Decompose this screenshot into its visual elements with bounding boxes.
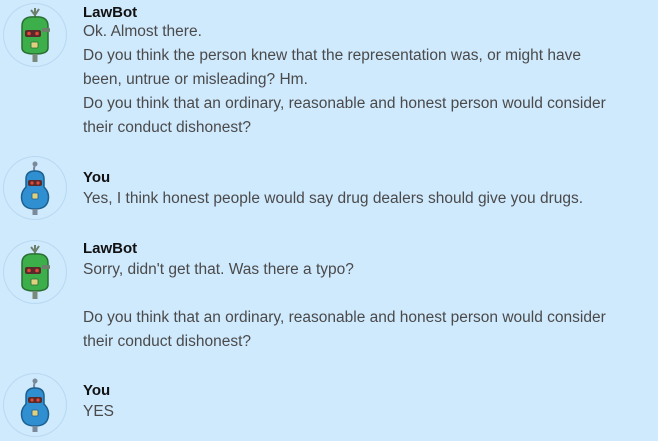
message-line: been, untrue or misleading? Hm. — [83, 71, 308, 88]
user-robot-icon — [20, 378, 50, 432]
lawbot-robot-icon — [21, 8, 50, 62]
message-line: their conduct dishonest? — [83, 119, 252, 136]
chat-transcript: LawBot Ok. Almost there. Do you think th… — [0, 0, 658, 441]
message-line: Do you think the person knew that the re… — [83, 47, 582, 64]
message-line: Yes, I think honest people would say dru… — [83, 190, 584, 207]
message-line: Ok. Almost there. — [83, 23, 202, 40]
message-line: their conduct dishonest? — [83, 333, 252, 350]
message-body: Yes, I think honest people would say dru… — [83, 187, 653, 211]
message-body: Ok. Almost there. Do you think the perso… — [83, 20, 653, 140]
message-sender: LawBot — [83, 240, 138, 257]
message-line: Do you think that an ordinary, reasonabl… — [83, 95, 606, 112]
message-body: Sorry, didn't get that. Was there a typo… — [83, 258, 653, 354]
user-avatar — [4, 157, 66, 219]
user-robot-icon — [20, 161, 50, 215]
lawbot-avatar — [4, 4, 66, 66]
message-line: Do you think that an ordinary, reasonabl… — [83, 309, 606, 326]
lawbot-avatar — [4, 241, 66, 303]
message-line: Sorry, didn't get that. Was there a typo… — [83, 261, 354, 278]
message-body: YES — [83, 400, 653, 424]
lawbot-robot-icon — [21, 245, 50, 299]
user-avatar — [4, 374, 66, 436]
message-line: YES — [83, 403, 115, 420]
message-sender: You — [83, 169, 111, 186]
message-sender: You — [83, 382, 111, 399]
